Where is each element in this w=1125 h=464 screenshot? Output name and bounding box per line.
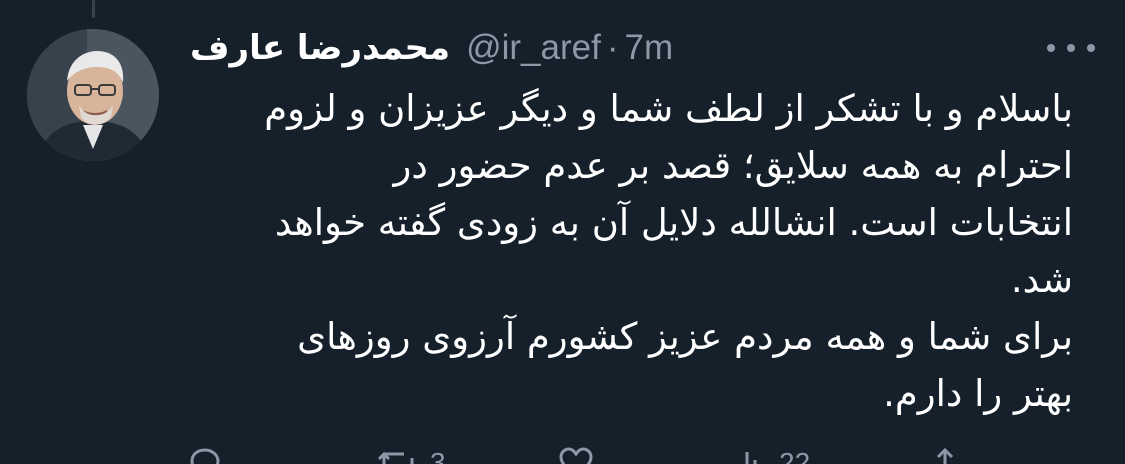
- more-options-button[interactable]: [1047, 38, 1095, 58]
- timestamp[interactable]: 7m: [625, 28, 674, 68]
- tweet-text-line: باسلام و با تشکر از لطف شما و دیگر عزیزا…: [264, 87, 1073, 130]
- tweet-text-line: برای شما و همه مردم عزیز کشورم آرزوی روز…: [297, 315, 1073, 358]
- tweet-text-line: انتخابات است. انشالله دلایل آن به زودی گ…: [274, 201, 1073, 244]
- tweet-header: محمدرضا عارف @ir_aref · 7m: [190, 22, 1070, 74]
- views-icon: [745, 452, 757, 464]
- tweet-text-line: بهتر را دارم.: [883, 372, 1073, 415]
- retweet-button[interactable]: 3: [378, 446, 446, 464]
- like-icon: [559, 447, 593, 464]
- thread-connector-line: [92, 0, 95, 18]
- tweet-text-line: شد.: [1010, 258, 1073, 301]
- avatar[interactable]: [27, 29, 159, 161]
- more-icon: [1047, 44, 1055, 52]
- share-button[interactable]: [928, 446, 962, 464]
- retweet-count: 3: [430, 447, 446, 464]
- tweet-text: باسلام و با تشکر از لطف شما و دیگر عزیزا…: [173, 80, 1073, 422]
- share-icon: [936, 447, 954, 464]
- tweet-action-bar: 3 22: [188, 446, 1048, 464]
- views-button[interactable]: 22: [733, 446, 810, 464]
- display-name[interactable]: محمدرضا عارف: [190, 28, 450, 68]
- like-button[interactable]: [558, 446, 606, 464]
- reply-icon: [190, 448, 220, 464]
- tweet-text-line: احترام به همه سلایق؛ قصد بر عدم حضور در: [393, 144, 1073, 187]
- user-handle[interactable]: @ir_aref: [466, 28, 601, 68]
- retweet-icon: [378, 451, 414, 464]
- separator-dot: ·: [606, 28, 619, 67]
- views-count: 22: [779, 447, 811, 464]
- reply-button[interactable]: [188, 446, 234, 464]
